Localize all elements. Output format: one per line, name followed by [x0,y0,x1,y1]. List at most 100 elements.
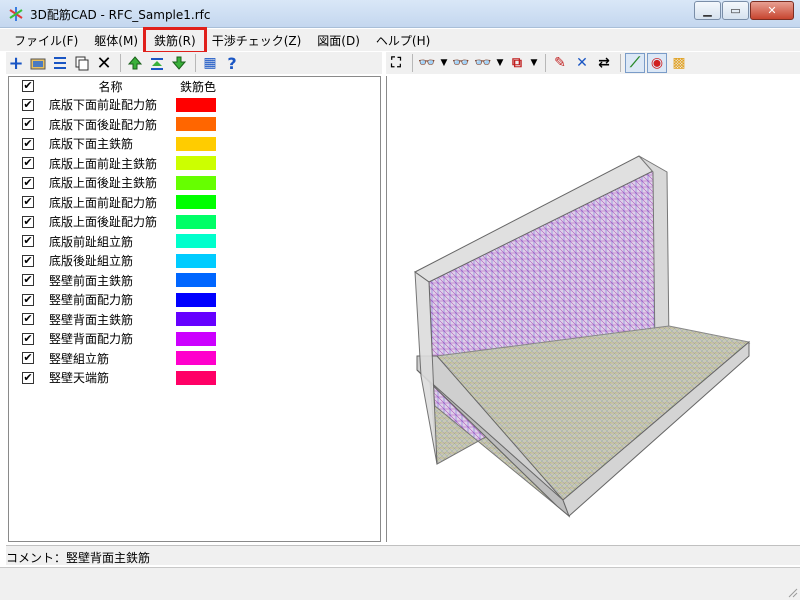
move-down-button[interactable] [169,53,189,73]
fit-view-button[interactable]: ⛶ [386,53,406,73]
rebar-color-swatch[interactable] [176,370,216,385]
find-red-dropdown-button[interactable]: ▼ [495,53,505,73]
row-checkbox[interactable]: ✔ [22,196,34,209]
comment-line: コメント：竪壁背面主鉄筋 [6,545,800,565]
move-down-icon [171,56,187,70]
table-row[interactable]: ✔ 底版上面前趾配力筋 [9,193,380,213]
menu-structure[interactable]: 躯体(M) [86,30,146,51]
find-button[interactable]: 👓 [417,53,437,73]
toolbar-separator [545,54,546,72]
rebar-color-swatch[interactable] [176,156,216,171]
wireframe-button[interactable]: ⟋ [625,53,645,73]
minimize-button[interactable]: ▁ [694,1,721,20]
3d-rebar-model[interactable] [387,76,800,542]
table-row[interactable]: ✔ 竪壁組立筋 [9,349,380,369]
swap-button[interactable]: ⇄ [594,53,614,73]
table-row[interactable]: ✔ 底版上面後趾配力筋 [9,212,380,232]
resize-grip-icon[interactable] [786,586,798,598]
menu-file[interactable]: ファイル(F) [6,30,86,51]
cross-button[interactable]: ✕ [572,53,592,73]
table-row[interactable]: ✔ 底版後趾組立筋 [9,251,380,271]
open-folder-icon [30,58,46,70]
import-button[interactable] [147,53,167,73]
select-all-checkbox[interactable]: ✔ [22,80,34,92]
minimize-icon: ▁ [703,4,712,17]
row-checkbox[interactable]: ✔ [22,254,34,267]
table-row[interactable]: ✔ 底版上面前趾主鉄筋 [9,154,380,174]
app-logo-icon [9,7,23,21]
palette-button[interactable]: ▩ [669,53,689,73]
row-checkbox[interactable]: ✔ [22,215,34,228]
table-row[interactable]: ✔ 底版下面主鉄筋 [9,134,380,154]
find-all-button[interactable]: 👓 [451,53,471,73]
align-icon [54,57,66,69]
menu-rebar[interactable]: 鉄筋(R) [143,26,207,54]
table-row[interactable]: ✔ 竪壁天端筋 [9,368,380,388]
rebar-name: 底版後趾組立筋 [49,254,134,269]
maximize-button[interactable]: ▭ [722,1,749,20]
rebar-color-swatch[interactable] [176,234,216,249]
add-icon: + [8,52,24,74]
grid-button[interactable]: ▦ [200,53,220,73]
row-checkbox[interactable]: ✔ [22,137,34,150]
table-row[interactable]: ✔ 底版下面後趾配力筋 [9,115,380,135]
row-checkbox[interactable]: ✔ [22,118,34,131]
table-row[interactable]: ✔ 竪壁背面配力筋 [9,329,380,349]
row-checkbox[interactable]: ✔ [22,176,34,189]
3d-view-panel[interactable] [386,76,800,542]
row-checkbox[interactable]: ✔ [22,98,34,111]
menu-drawing[interactable]: 図面(D) [309,30,368,51]
rebar-color-swatch[interactable] [176,312,216,327]
rebar-color-swatch[interactable] [176,136,216,151]
row-checkbox[interactable]: ✔ [22,332,34,345]
rebar-color-swatch[interactable] [176,117,216,132]
rebar-color-swatch[interactable] [176,351,216,366]
add-button[interactable]: + [6,52,26,74]
rebar-name: 底版下面後趾配力筋 [49,117,158,132]
view-menu-button[interactable]: ⧉ [507,53,527,73]
view-dropdown-button[interactable]: ▼ [529,53,539,73]
toolbar-separator [195,54,196,72]
move-up-icon [127,56,143,70]
find-red-button[interactable]: 👓 [473,53,493,73]
table-header: ✔ 名称 鉄筋色 [9,77,380,95]
find-dropdown-button[interactable]: ▼ [439,53,449,73]
rebar-name: 竪壁前面配力筋 [49,293,134,308]
table-row[interactable]: ✔ 竪壁前面主鉄筋 [9,271,380,291]
table-row[interactable]: ✔ 竪壁背面主鉄筋 [9,310,380,330]
rebar-color-swatch[interactable] [176,292,216,307]
menu-help[interactable]: ヘルプ(H) [368,30,438,51]
delete-button[interactable]: ✕ [94,53,114,74]
row-checkbox[interactable]: ✔ [22,157,34,170]
row-checkbox[interactable]: ✔ [22,371,34,384]
table-row[interactable]: ✔ 底版上面後趾主鉄筋 [9,173,380,193]
row-checkbox[interactable]: ✔ [22,274,34,287]
toolbar-separator [620,54,621,72]
rebar-name: 竪壁天端筋 [49,371,110,386]
rebar-color-swatch[interactable] [176,331,216,346]
rebar-name: 竪壁組立筋 [49,351,110,366]
rebar-color-swatch[interactable] [176,214,216,229]
table-row[interactable]: ✔ 底版下面前趾配力筋 [9,95,380,115]
rebar-color-swatch[interactable] [176,195,216,210]
menu-interference-check[interactable]: 干渉チェック(Z) [204,30,310,51]
move-up-button[interactable] [125,53,145,73]
close-button[interactable]: ✕ [750,1,794,20]
row-checkbox[interactable]: ✔ [22,293,34,306]
copy-button[interactable] [72,53,92,73]
rebar-color-swatch[interactable] [176,97,216,112]
rebar-color-swatch[interactable] [176,253,216,268]
align-button[interactable] [50,53,70,73]
row-checkbox[interactable]: ✔ [22,235,34,248]
rebar-name: 竪壁背面配力筋 [49,332,134,347]
row-checkbox[interactable]: ✔ [22,352,34,365]
rebar-color-swatch[interactable] [176,273,216,288]
row-checkbox[interactable]: ✔ [22,313,34,326]
table-row[interactable]: ✔ 底版前趾組立筋 [9,232,380,252]
target-button[interactable]: ◉ [647,53,667,73]
open-button[interactable] [28,53,48,73]
snap-button[interactable]: ✎ [550,53,570,73]
table-row[interactable]: ✔ 竪壁前面配力筋 [9,290,380,310]
help-button[interactable]: ? [222,53,242,73]
rebar-color-swatch[interactable] [176,175,216,190]
